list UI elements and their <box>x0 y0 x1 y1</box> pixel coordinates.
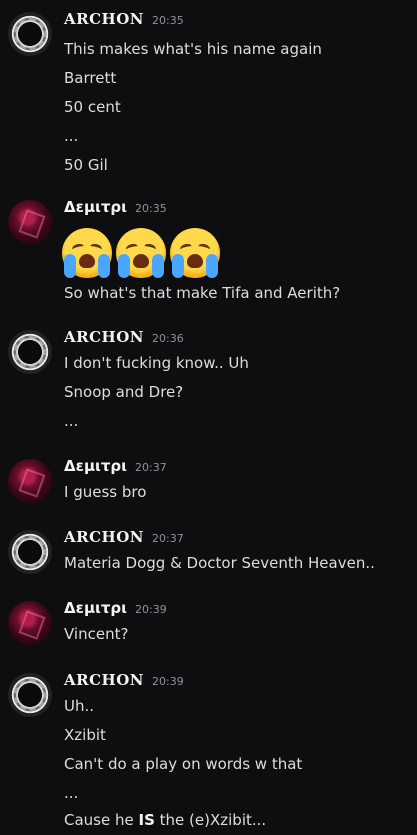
message-line: Vincent? <box>64 625 129 643</box>
avatar[interactable] <box>8 12 52 56</box>
message-header: Δεμιτρι 20:37 <box>64 456 167 475</box>
avatar[interactable] <box>8 601 52 645</box>
message-line: ... <box>64 127 79 145</box>
message-line: Xzibit <box>64 726 106 744</box>
message-text: Cause he <box>64 811 139 829</box>
message-header: ARCHON 20:37 <box>64 527 184 546</box>
avatar[interactable] <box>8 330 52 374</box>
message-line: Cause he IS the (e)Xzibit... <box>64 811 266 829</box>
message-header: ARCHON 20:36 <box>64 327 184 346</box>
author-name[interactable]: Δεμιτρι <box>64 198 127 216</box>
avatar[interactable] <box>8 673 52 717</box>
timestamp: 20:35 <box>152 14 184 27</box>
message-line: This makes what's his name again <box>64 40 322 58</box>
avatar[interactable] <box>8 459 52 503</box>
emoji-row <box>62 228 220 278</box>
message-line: I don't fucking know.. Uh <box>64 354 249 372</box>
loudly-crying-face-icon[interactable] <box>62 228 112 278</box>
avatar[interactable] <box>8 530 52 574</box>
message-line: Can't do a play on words w that <box>64 755 303 773</box>
message-line: Barrett <box>64 69 117 87</box>
message-line: Uh.. <box>64 697 95 715</box>
timestamp: 20:39 <box>152 675 184 688</box>
message-line: Materia Dogg & Doctor Seventh Heaven.. <box>64 554 375 572</box>
message-line: 50 cent <box>64 98 121 116</box>
message-header: ARCHON 20:39 <box>64 670 184 689</box>
author-name[interactable]: ARCHON <box>64 10 144 28</box>
author-name[interactable]: Δεμιτρι <box>64 457 127 475</box>
message-line: ... <box>64 412 79 430</box>
message-header: Δεμιτρι 20:39 <box>64 598 167 617</box>
timestamp: 20:36 <box>152 332 184 345</box>
message-line: I guess bro <box>64 483 147 501</box>
message-line: ... <box>64 784 79 802</box>
bold-text: IS <box>138 811 155 829</box>
timestamp: 20:37 <box>135 461 167 474</box>
author-name[interactable]: ARCHON <box>64 671 144 689</box>
avatar[interactable] <box>8 200 52 244</box>
timestamp: 20:35 <box>135 202 167 215</box>
message-header: ARCHON 20:35 <box>64 9 184 28</box>
message-line: So what's that make Tifa and Aerith? <box>64 284 341 302</box>
message-header: Δεμιτρι 20:35 <box>64 197 167 216</box>
message-line: 50 Gil <box>64 156 108 174</box>
author-name[interactable]: ARCHON <box>64 328 144 346</box>
author-name[interactable]: ARCHON <box>64 528 144 546</box>
author-name[interactable]: Δεμιτρι <box>64 599 127 617</box>
loudly-crying-face-icon[interactable] <box>170 228 220 278</box>
loudly-crying-face-icon[interactable] <box>116 228 166 278</box>
message-text: the (e)Xzibit... <box>154 811 267 829</box>
message-line: Snoop and Dre? <box>64 383 184 401</box>
timestamp: 20:37 <box>152 532 184 545</box>
timestamp: 20:39 <box>135 603 167 616</box>
